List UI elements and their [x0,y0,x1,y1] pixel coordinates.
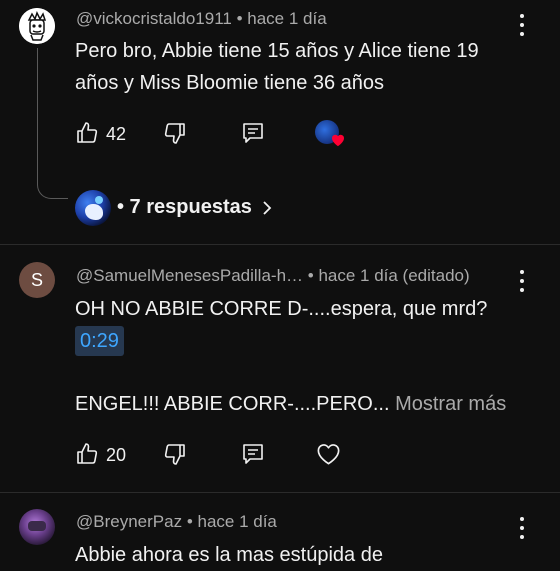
comment-avatar[interactable] [19,8,55,44]
thread-line-curve [37,170,68,199]
comment-avatar[interactable]: S [19,262,55,298]
comment-author[interactable]: @SamuelMenesesPadilla-h… [76,266,303,285]
more-options-button[interactable] [515,517,529,539]
reply-avatar [75,190,111,226]
creator-heart-badge [315,120,347,150]
comment-reply-icon [243,444,263,464]
heart-button[interactable] [315,441,342,466]
comment-text-line: años y Miss Bloomie tiene 36 años [75,72,385,94]
like-button[interactable] [75,121,99,145]
comment-text-line: Pero bro, Abbie tiene 15 años y Alice ti… [75,40,479,62]
thumbs-down-icon [164,123,185,144]
timestamp-label: 0:29 [75,326,124,356]
avatar-letter: S [30,269,43,290]
comment-body: Pero bro, Abbie tiene 15 años y Alice ti… [75,35,479,99]
like-count: 42 [106,124,127,144]
reply-button[interactable] [241,121,265,145]
dislike-button[interactable] [163,121,187,145]
timestamp-link[interactable]: 0:29 [75,326,124,356]
comment-reply-icon [243,123,263,143]
like-button[interactable] [75,442,99,466]
divider [0,244,560,245]
more-options-button[interactable] [515,14,529,36]
replies-count: • 7 respuestas [117,196,252,218]
dislike-button[interactable] [163,442,187,466]
heart-icon [332,134,344,147]
comment-text-line: ENGEL!!! ABBIE CORR-....PERO... Mostrar … [75,388,506,420]
divider [0,492,560,493]
comment-author[interactable]: @vickocristaldo1911 [76,9,232,28]
thumbs-down-icon [164,444,185,465]
comment-header: @BreynerPaz • hace 1 día [76,512,277,532]
comment-time: • hace 1 día [236,9,327,28]
view-replies-link[interactable]: • 7 respuestas [117,196,272,219]
thread-line [37,48,38,182]
more-options-button[interactable] [515,270,529,292]
comment-text-line: OH NO ABBIE CORRE D-....espera, que mrd? [75,298,488,320]
heart-outline-icon [317,444,340,465]
comment-text-line: Abbie ahora es la mas estúpida de [75,544,383,566]
like-count: 20 [106,445,127,465]
comment-header: @SamuelMenesesPadilla-h… • hace 1 día (e… [76,266,470,286]
show-more-link[interactable]: Mostrar más [395,393,506,415]
reply-button[interactable] [241,442,265,466]
thumbs-up-icon [77,122,98,143]
avatar-cartoon-icon [19,8,55,44]
comment-header: @vickocristaldo1911 • hace 1 día [76,9,327,29]
comment-text: ENGEL!!! ABBIE CORR-....PERO... [75,393,390,415]
thumbs-up-icon [77,443,98,464]
chevron-right-icon [263,200,272,215]
comment-author[interactable]: @BreynerPaz [76,512,182,531]
comment-time: • hace 1 día (editado) [307,266,470,285]
comment-avatar[interactable] [19,509,55,545]
comment-time: • hace 1 día [186,512,277,531]
